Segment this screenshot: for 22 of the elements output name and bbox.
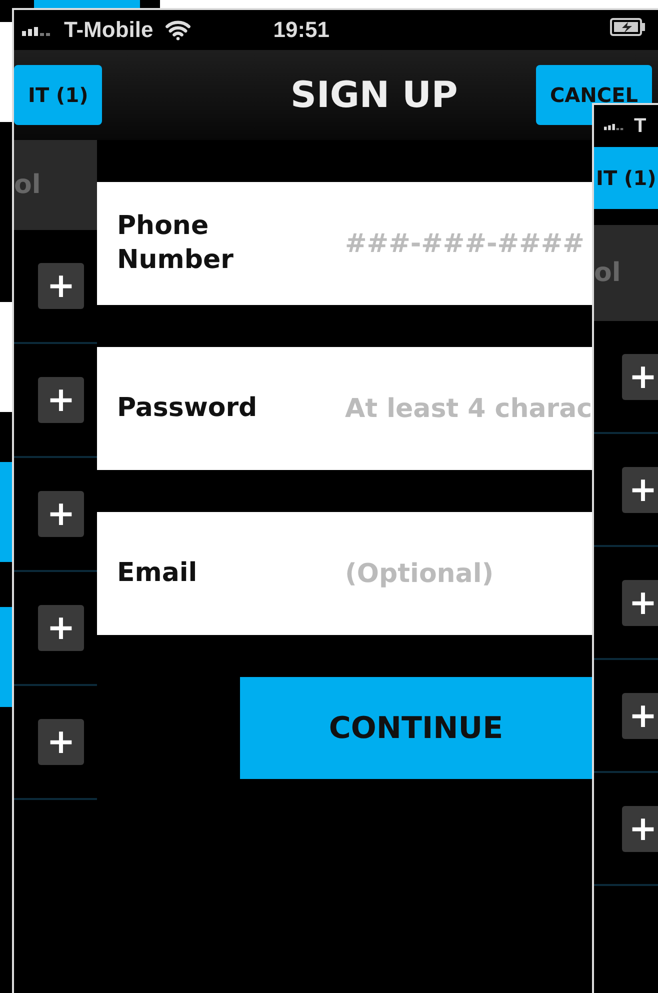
add-button[interactable]: + (38, 377, 84, 423)
add-button[interactable]: + (38, 491, 84, 537)
list-header: ol (14, 140, 97, 230)
list-header: ol (594, 225, 658, 321)
add-button[interactable]: + (622, 466, 658, 512)
add-button[interactable]: + (38, 605, 84, 651)
screen-title: SIGN UP (290, 74, 458, 116)
back-button[interactable]: IT (1) (594, 147, 658, 209)
add-button[interactable]: + (38, 719, 84, 765)
add-button[interactable]: + (38, 263, 84, 309)
field-label: Phone Number (117, 210, 234, 276)
add-button[interactable]: + (622, 806, 658, 852)
add-button[interactable]: + (622, 354, 658, 400)
battery-icon (610, 18, 646, 36)
add-button[interactable]: + (622, 580, 658, 626)
field-label: Password (117, 392, 258, 425)
add-button[interactable]: + (622, 692, 658, 738)
continue-button[interactable]: CONTINUE (240, 677, 592, 779)
back-button[interactable]: IT (1) (14, 65, 102, 125)
carrier-name: T-Mobile (64, 17, 154, 43)
field-label: Email (117, 556, 198, 590)
clock-time: 19:51 (273, 17, 330, 43)
